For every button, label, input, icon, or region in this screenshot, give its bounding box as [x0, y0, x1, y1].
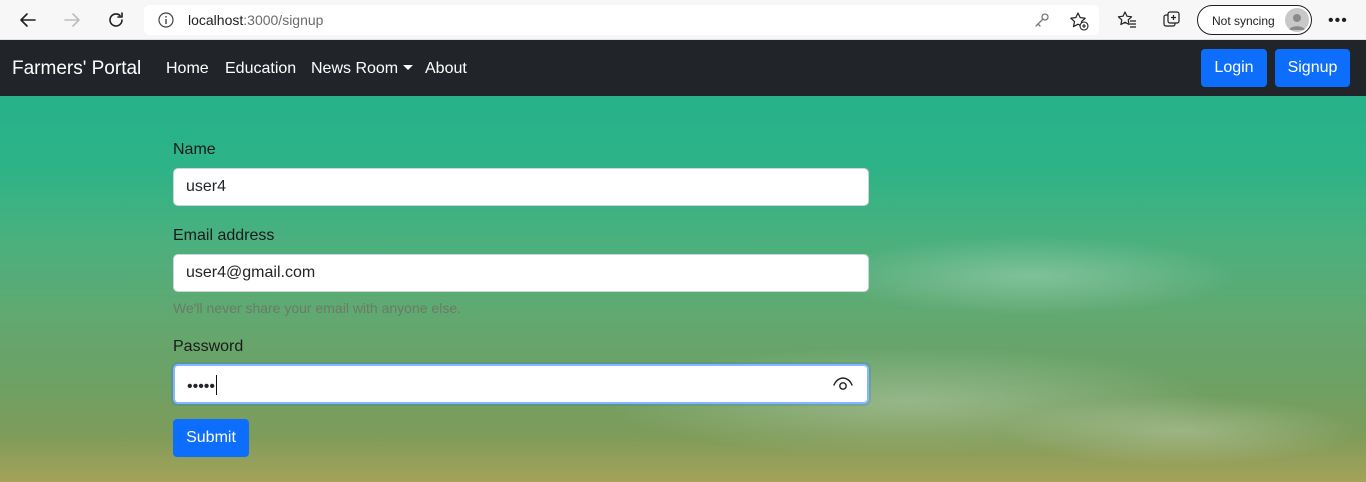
email-value: user4@gmail.com [186, 264, 316, 281]
password-label: Password [173, 338, 244, 355]
email-label: Email address [173, 227, 275, 244]
name-label: Name [173, 141, 216, 158]
forward-icon[interactable] [58, 6, 86, 34]
address-bar[interactable]: localhost:3000/signup [144, 5, 1099, 35]
brand-link[interactable]: Farmers' Portal [12, 58, 141, 80]
password-value: ••••• [187, 375, 218, 396]
sync-label: Not syncing [1212, 14, 1275, 28]
add-favorite-icon[interactable] [1069, 11, 1089, 31]
info-icon[interactable] [158, 12, 174, 28]
chevron-down-icon [403, 65, 414, 70]
submit-button[interactable]: Submit [173, 419, 249, 457]
email-field[interactable]: user4@gmail.com [173, 254, 869, 292]
profile-sync-button[interactable]: Not syncing [1197, 5, 1312, 35]
password-field[interactable]: ••••• [173, 364, 869, 404]
nav-dropdown-label: News Room [311, 60, 399, 77]
url-path: :3000/signup [243, 12, 324, 28]
text-cursor [216, 375, 218, 395]
eye-icon[interactable] [833, 376, 853, 392]
email-help-text: We'll never share your email with anyone… [173, 300, 461, 316]
name-field[interactable]: user4 [173, 168, 869, 206]
app-navbar: Farmers' Portal Home Education News Room… [0, 40, 1366, 96]
login-button[interactable]: Login [1201, 49, 1267, 87]
cloud-decoration [820, 236, 1240, 316]
nav-dropdown-news-room[interactable]: News Room [311, 60, 414, 78]
password-dots: ••••• [187, 378, 216, 395]
name-value: user4 [186, 178, 227, 195]
collections-icon[interactable] [1162, 10, 1182, 30]
favorites-icon[interactable] [1117, 10, 1137, 30]
url-host: localhost [188, 12, 244, 28]
cloud-decoration [1000, 396, 1360, 466]
nav-link-education[interactable]: Education [225, 60, 296, 78]
back-icon[interactable] [14, 6, 42, 34]
more-icon[interactable]: ••• [1328, 12, 1348, 30]
refresh-icon[interactable] [102, 6, 130, 34]
nav-link-about[interactable]: About [425, 60, 467, 78]
nav-link-home[interactable]: Home [166, 60, 209, 78]
profile-icon [1285, 8, 1309, 32]
key-icon[interactable] [1033, 11, 1051, 29]
signup-button[interactable]: Signup [1275, 49, 1350, 87]
browser-toolbar: localhost:3000/signup Not syncing ••• [0, 0, 1366, 40]
url-text: localhost:3000/signup [188, 12, 323, 28]
